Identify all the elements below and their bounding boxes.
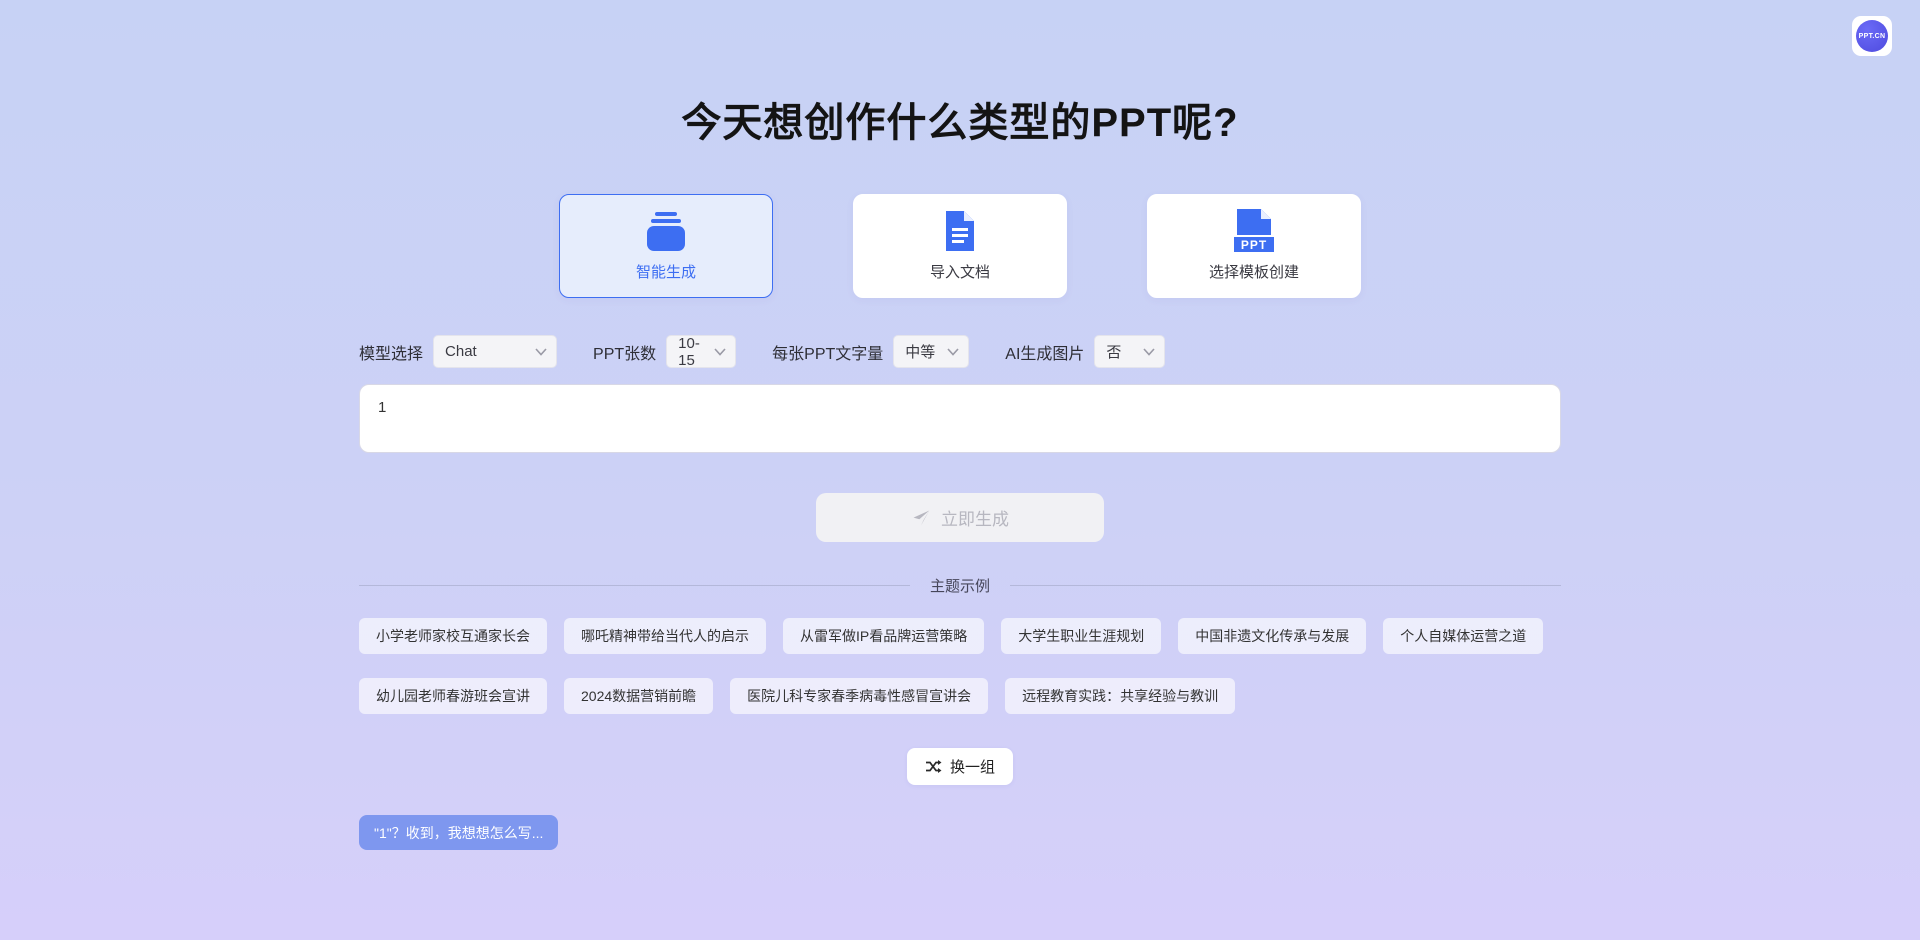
example-chip[interactable]: 小学老师家校互通家长会 [359,618,547,654]
options-row: 模型选择 Chat PPT张数 10-15 每张PPT文字量 中等 [359,335,1561,368]
generate-button[interactable]: 立即生成 [816,493,1104,542]
divider-line-right [1010,585,1561,586]
slides-stack-icon [642,210,690,252]
example-chip[interactable]: 医院儿科专家春季病毒性感冒宣讲会 [730,678,988,714]
chevron-down-icon [947,348,959,356]
card-template-create[interactable]: PPT 选择模板创建 [1147,194,1361,298]
ppt-cn-logo[interactable]: PPT.CN [1852,16,1892,56]
card-label: 智能生成 [636,261,696,282]
generate-button-label: 立即生成 [941,505,1009,530]
chevron-down-icon [535,348,547,356]
ppt-count-select[interactable]: 10-15 [666,335,736,368]
generate-row: 立即生成 [359,493,1561,542]
model-select-label: 模型选择 [359,340,423,364]
shuffle-button[interactable]: 换一组 [907,748,1013,785]
model-select[interactable]: Chat [433,335,557,368]
example-chip[interactable]: 个人自媒体运营之道 [1383,618,1543,654]
examples-divider: 主题示例 [359,575,1561,596]
option-ai-image: AI生成图片 否 [1005,335,1165,368]
text-amount-value: 中等 [905,341,935,362]
example-chip[interactable]: 幼儿园老师春游班会宣讲 [359,678,547,714]
examples-title: 主题示例 [930,575,990,596]
ai-image-label: AI生成图片 [1005,340,1084,364]
main-content: 今天想创作什么类型的PPT呢? 智能生成 [359,0,1561,850]
paper-plane-icon [911,508,931,528]
card-label: 选择模板创建 [1209,261,1299,282]
shuffle-icon [925,759,942,774]
mode-card-group: 智能生成 导入文档 PPT [359,194,1561,298]
shuffle-button-label: 换一组 [950,756,995,777]
ppt-count-value: 10-15 [678,335,706,369]
ppt-count-label: PPT张数 [593,340,656,364]
example-chip[interactable]: 2024数据营销前瞻 [564,678,713,714]
example-chip-row-1: 小学老师家校互通家长会 哪吒精神带给当代人的启示 从雷军做IP看品牌运营策略 大… [359,618,1561,654]
text-amount-label: 每张PPT文字量 [772,340,883,364]
chevron-down-icon [714,348,726,356]
example-chip[interactable]: 从雷军做IP看品牌运营策略 [783,618,984,654]
card-label: 导入文档 [930,261,990,282]
example-chip[interactable]: 远程教育实践：共享经验与教训 [1005,678,1235,714]
document-icon [944,210,976,252]
example-chip[interactable]: 大学生职业生涯规划 [1001,618,1161,654]
option-text-amount: 每张PPT文字量 中等 [772,335,969,368]
example-chip-row-2: 幼儿园老师春游班会宣讲 2024数据营销前瞻 医院儿科专家春季病毒性感冒宣讲会 … [359,678,1561,714]
option-ppt-count: PPT张数 10-15 [593,335,736,368]
example-chip[interactable]: 哪吒精神带给当代人的启示 [564,618,766,654]
text-amount-select[interactable]: 中等 [893,335,969,368]
divider-line-left [359,585,910,586]
shuffle-row: 换一组 [359,748,1561,785]
card-smart-generate[interactable]: 智能生成 [559,194,773,298]
example-chip[interactable]: 中国非遗文化传承与发展 [1178,618,1366,654]
model-select-value: Chat [445,343,477,360]
assistant-toast: "1"？收到，我想想怎么写... [359,815,558,850]
chevron-down-icon [1143,348,1155,356]
ppt-cn-logo-icon: PPT.CN [1856,20,1888,52]
ppt-file-icon: PPT [1232,210,1276,252]
option-model: 模型选择 Chat [359,335,557,368]
card-import-document[interactable]: 导入文档 [853,194,1067,298]
page-title: 今天想创作什么类型的PPT呢? [359,90,1561,148]
prompt-textarea[interactable]: 1 [359,384,1561,453]
svg-text:PPT: PPT [1241,238,1267,252]
ai-image-value: 否 [1106,341,1121,362]
ai-image-select[interactable]: 否 [1094,335,1165,368]
